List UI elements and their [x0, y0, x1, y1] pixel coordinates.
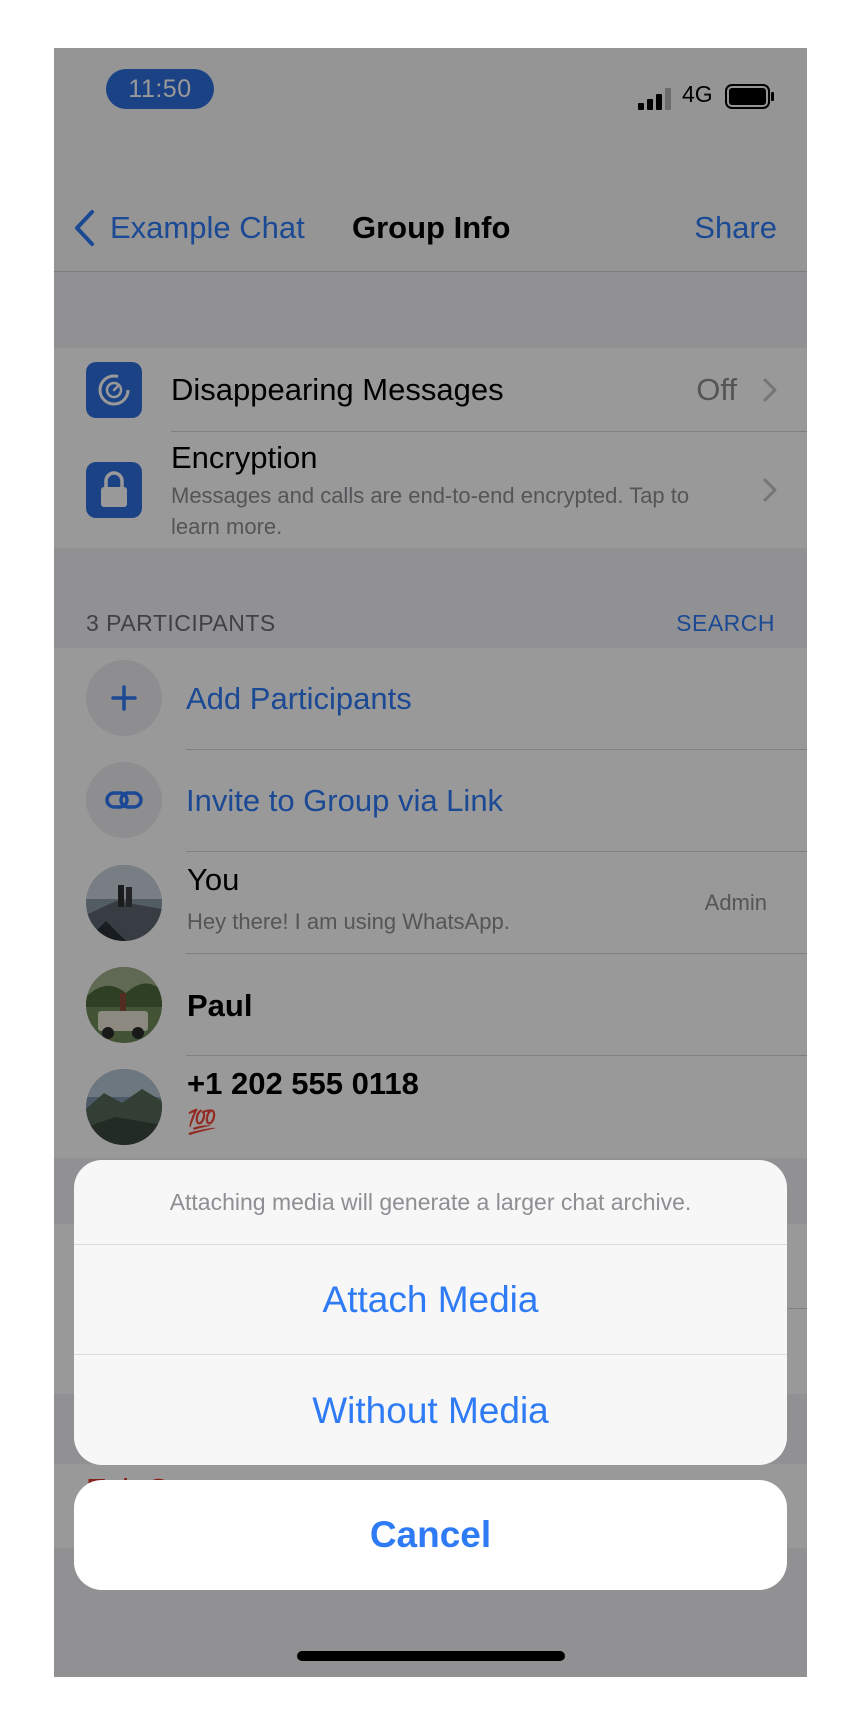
action-sheet: Attaching media will generate a larger c…: [74, 1160, 787, 1465]
phone-screen: 11:50 4G Example Chat Group Info Share D…: [54, 48, 807, 1677]
action-sheet-message: Attaching media will generate a larger c…: [74, 1160, 787, 1245]
without-media-button[interactable]: Without Media: [74, 1356, 787, 1465]
cancel-button[interactable]: Cancel: [74, 1480, 787, 1590]
attach-media-button[interactable]: Attach Media: [74, 1245, 787, 1355]
home-indicator: [297, 1651, 565, 1661]
